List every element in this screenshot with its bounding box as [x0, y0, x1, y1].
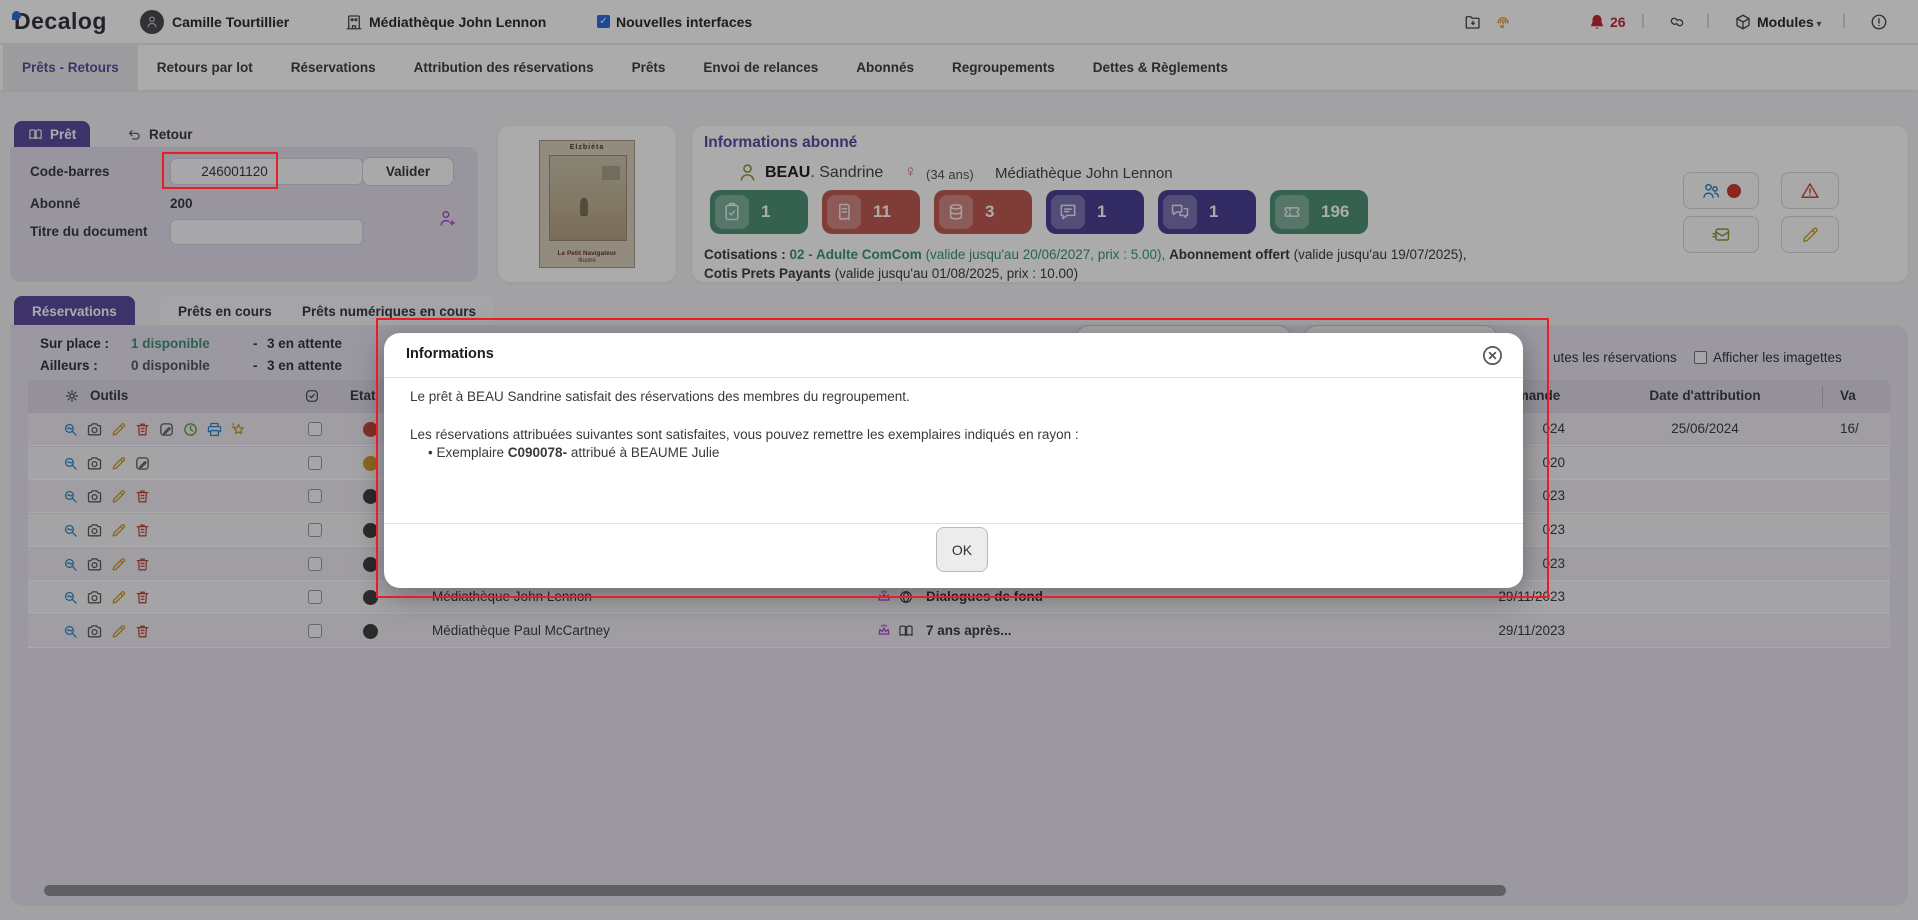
modal-line1: Le prêt à BEAU Sandrine satisfait des ré… — [410, 389, 910, 404]
modal-title: Informations — [406, 346, 494, 362]
modal-bullet: • Exemplaire C090078- attribué à BEAUME … — [428, 445, 719, 460]
modal-line2: Les réservations attribuées suivantes so… — [410, 427, 1079, 442]
ok-button[interactable]: OK — [936, 527, 988, 572]
informations-modal: Informations Le prêt à BEAU Sandrine sat… — [384, 333, 1523, 588]
close-icon[interactable] — [1481, 344, 1504, 367]
